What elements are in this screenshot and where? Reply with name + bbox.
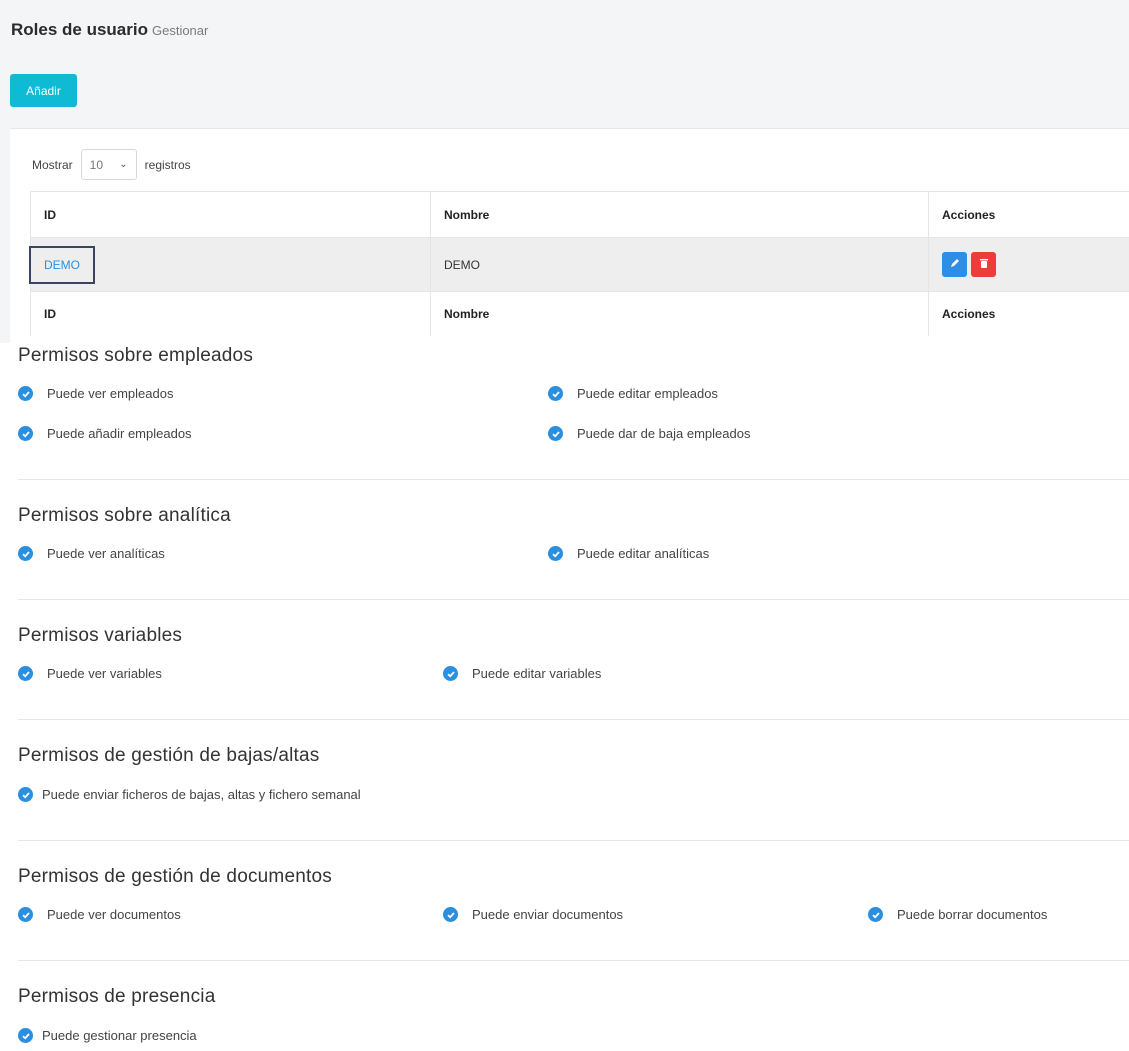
check-circle-icon bbox=[548, 546, 563, 561]
permission-label: Puede ver empleados bbox=[47, 386, 174, 401]
roles-panel: Roles de usuario Gestionar Añadir Mostrar… bbox=[0, 0, 1129, 343]
permission-item: Puede ver analíticas bbox=[18, 546, 165, 561]
permission-item: Puede editar empleados bbox=[548, 386, 718, 401]
roles-table-card: Mostrar 10 ⌄ registros ID Nombre Accione… bbox=[10, 128, 1129, 343]
permission-label: Puede ver analíticas bbox=[47, 546, 165, 561]
permission-item: Puede ver documentos bbox=[18, 907, 181, 922]
section-divider bbox=[18, 960, 1129, 961]
role-id-link[interactable]: DEMO bbox=[29, 245, 95, 284]
section-divider bbox=[18, 599, 1129, 600]
permission-item: Puede enviar ficheros de bajas, altas y … bbox=[18, 787, 361, 802]
permission-label: Puede editar variables bbox=[472, 666, 602, 681]
permission-item: Puede editar variables bbox=[443, 666, 601, 681]
section-title: Permisos sobre empleados bbox=[18, 345, 254, 366]
permission-label: Puede editar analíticas bbox=[577, 546, 710, 561]
check-circle-icon bbox=[18, 787, 33, 802]
permission-label: Puede ver variables bbox=[47, 666, 162, 681]
permission-item: Puede dar de baja empleados bbox=[548, 426, 750, 441]
column-footer-name: Nombre bbox=[430, 291, 929, 336]
permission-item: Puede borrar documentos bbox=[868, 907, 1047, 922]
permission-item: Puede gestionar presencia bbox=[18, 1028, 197, 1043]
cell-name: DEMO bbox=[430, 237, 929, 292]
check-circle-icon bbox=[443, 666, 458, 681]
column-footer-id: ID bbox=[30, 291, 431, 336]
section-divider bbox=[18, 840, 1129, 841]
trash-icon bbox=[979, 259, 988, 268]
permission-label: Puede editar empleados bbox=[577, 386, 718, 401]
check-circle-icon bbox=[868, 907, 883, 922]
table-row: DEMO DEMO bbox=[29, 237, 1129, 292]
section-title: Permisos de gestión de documentos bbox=[18, 866, 332, 887]
column-header-name[interactable]: Nombre bbox=[430, 191, 929, 238]
table-header-row: ID Nombre Acciones bbox=[30, 191, 1129, 238]
permission-label: Puede dar de baja empleados bbox=[577, 426, 751, 441]
permission-label: Puede enviar documentos bbox=[472, 907, 624, 922]
section-title: Permisos de gestión de bajas/altas bbox=[18, 745, 320, 766]
column-footer-actions: Acciones bbox=[928, 291, 1129, 336]
page-length-control: Mostrar 10 ⌄ registros bbox=[32, 149, 191, 180]
check-circle-icon bbox=[443, 907, 458, 922]
page-title: Roles de usuario Gestionar bbox=[11, 20, 208, 40]
cell-id: DEMO bbox=[29, 237, 431, 292]
permission-label: Puede ver documentos bbox=[47, 907, 181, 922]
permission-item: Puede editar analíticas bbox=[548, 546, 709, 561]
permission-label: Puede gestionar presencia bbox=[42, 1028, 197, 1043]
section-title: Permisos sobre analítica bbox=[18, 505, 231, 526]
check-circle-icon bbox=[18, 426, 33, 441]
roles-table: ID Nombre Acciones DEMO DEMO ID Nombre A… bbox=[29, 191, 1129, 336]
check-circle-icon bbox=[18, 386, 33, 401]
pencil-icon bbox=[950, 259, 959, 267]
check-circle-icon bbox=[18, 546, 33, 561]
check-circle-icon bbox=[548, 386, 563, 401]
length-suffix: registros bbox=[144, 157, 191, 172]
page-subtitle: Gestionar bbox=[151, 23, 209, 38]
add-role-button[interactable]: Añadir bbox=[10, 74, 77, 107]
column-header-id[interactable]: ID bbox=[30, 191, 431, 238]
check-circle-icon bbox=[18, 1028, 33, 1043]
page-length-value: 10 bbox=[89, 157, 104, 172]
check-circle-icon bbox=[18, 907, 33, 922]
chevron-down-icon: ⌄ bbox=[119, 159, 128, 170]
permission-label: Puede enviar ficheros de bajas, altas y … bbox=[42, 787, 361, 802]
section-title: Permisos variables bbox=[18, 625, 183, 646]
page-length-select[interactable]: 10 ⌄ bbox=[80, 149, 137, 180]
column-header-actions: Acciones bbox=[928, 191, 1129, 238]
cell-actions bbox=[928, 237, 1129, 292]
permission-label: Puede borrar documentos bbox=[897, 907, 1048, 922]
check-circle-icon bbox=[548, 426, 563, 441]
permission-item: Puede enviar documentos bbox=[443, 907, 623, 922]
permission-label: Puede añadir empleados bbox=[47, 426, 192, 441]
permission-item: Puede añadir empleados bbox=[18, 426, 192, 441]
table-footer-row: ID Nombre Acciones bbox=[30, 291, 1129, 336]
length-prefix: Mostrar bbox=[32, 157, 73, 172]
section-divider bbox=[18, 719, 1129, 720]
permission-item: Puede ver variables bbox=[18, 666, 162, 681]
delete-role-button[interactable] bbox=[971, 252, 996, 277]
page-title-text: Roles de usuario bbox=[11, 20, 148, 39]
section-divider bbox=[18, 479, 1129, 480]
edit-role-button[interactable] bbox=[942, 252, 967, 277]
permission-item: Puede ver empleados bbox=[18, 386, 173, 401]
check-circle-icon bbox=[18, 666, 33, 681]
section-title: Permisos de presencia bbox=[18, 986, 216, 1007]
